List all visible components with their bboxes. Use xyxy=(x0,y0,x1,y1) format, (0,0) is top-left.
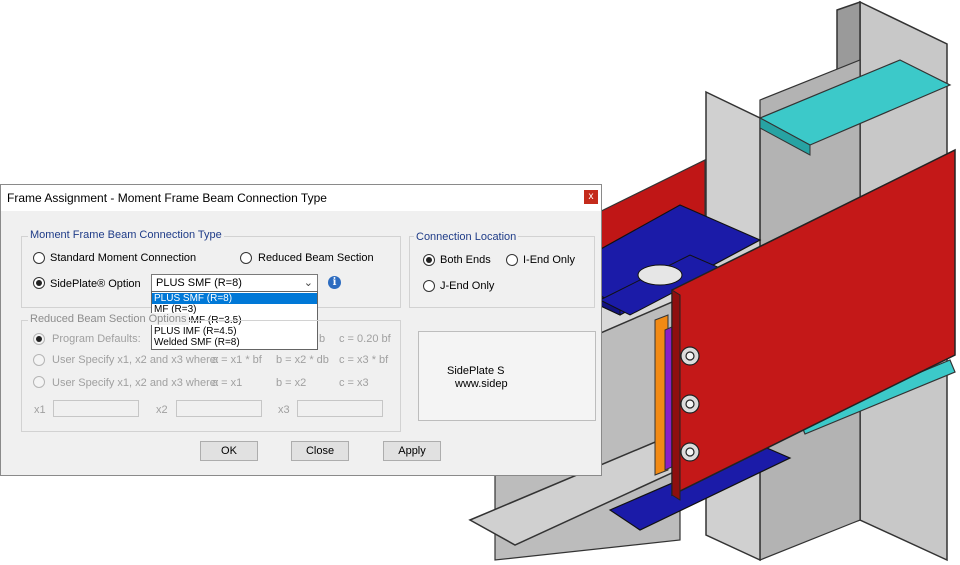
connection-location-group-label: Connection Location xyxy=(414,231,519,243)
standard-moment-label: Standard Moment Connection xyxy=(50,252,197,264)
reduced-beam-radio[interactable] xyxy=(240,252,252,264)
rbs-row1-c: c = 0.20 bf xyxy=(339,333,391,345)
sideplate-box-line2: www.sidep xyxy=(455,378,508,390)
connection-type-group-label: Moment Frame Beam Connection Type xyxy=(28,229,224,241)
i-end-label: I-End Only xyxy=(523,254,575,266)
frame-assignment-dialog: Frame Assignment - Moment Frame Beam Con… xyxy=(0,184,602,476)
user-specify-absolute-radio[interactable] xyxy=(33,376,45,388)
j-end-radio[interactable] xyxy=(423,280,435,292)
program-defaults-radio[interactable] xyxy=(33,333,45,345)
j-end-label: J-End Only xyxy=(440,280,495,292)
close-button[interactable]: Close xyxy=(291,441,349,461)
sideplate-box-line1: SidePlate S xyxy=(447,365,505,377)
close-icon[interactable]: x xyxy=(584,190,598,204)
x3-input[interactable] xyxy=(297,400,383,417)
user-specify-absolute-label: User Specify x1, x2 and x3 where: xyxy=(52,377,219,389)
program-defaults-label: Program Defaults: xyxy=(52,333,141,345)
user-specify-factor-label: User Specify x1, x2 and x3 where: xyxy=(52,354,219,366)
rbs-row2-b: b = x2 * db xyxy=(276,354,329,366)
rbs-row3-c: c = x3 xyxy=(339,377,369,389)
sideplate-label: SidePlate® Option xyxy=(50,278,141,290)
rbs-options-group-label: Reduced Beam Section Options xyxy=(28,313,189,325)
apply-button[interactable]: Apply xyxy=(383,441,441,461)
x2-label: x2 xyxy=(156,404,168,416)
connection-location-group xyxy=(409,236,595,308)
sideplate-option-value: PLUS SMF (R=8) xyxy=(156,277,242,289)
rbs-row3-b: b = x2 xyxy=(276,377,307,389)
x1-label: x1 xyxy=(34,404,46,416)
sideplate-radio[interactable] xyxy=(33,277,45,289)
rbs-row2-a: a = x1 * bf xyxy=(212,354,262,366)
chevron-down-icon: ⌄ xyxy=(303,277,313,289)
dialog-titlebar: Frame Assignment - Moment Frame Beam Con… xyxy=(1,185,601,211)
user-specify-factor-radio[interactable] xyxy=(33,354,45,366)
dropdown-option[interactable]: PLUS SMF (R=8) xyxy=(152,293,317,304)
rbs-row2-c: c = x3 * bf xyxy=(339,354,389,366)
sideplate-info-box: SidePlate S www.sidep xyxy=(418,331,596,421)
info-icon[interactable]: i xyxy=(328,276,341,289)
sideplate-option-select[interactable]: PLUS SMF (R=8) ⌄ xyxy=(151,274,318,292)
rbs-row1-b: b xyxy=(319,333,326,345)
rbs-row3-a: a = x1 xyxy=(212,377,243,389)
i-end-radio[interactable] xyxy=(506,254,518,266)
both-ends-radio[interactable] xyxy=(423,254,435,266)
reduced-beam-label: Reduced Beam Section xyxy=(258,252,374,264)
standard-moment-radio[interactable] xyxy=(33,252,45,264)
ok-button[interactable]: OK xyxy=(200,441,258,461)
dialog-title: Frame Assignment - Moment Frame Beam Con… xyxy=(7,191,327,205)
x1-input[interactable] xyxy=(53,400,139,417)
x2-input[interactable] xyxy=(176,400,262,417)
x3-label: x3 xyxy=(278,404,290,416)
both-ends-label: Both Ends xyxy=(440,254,491,266)
